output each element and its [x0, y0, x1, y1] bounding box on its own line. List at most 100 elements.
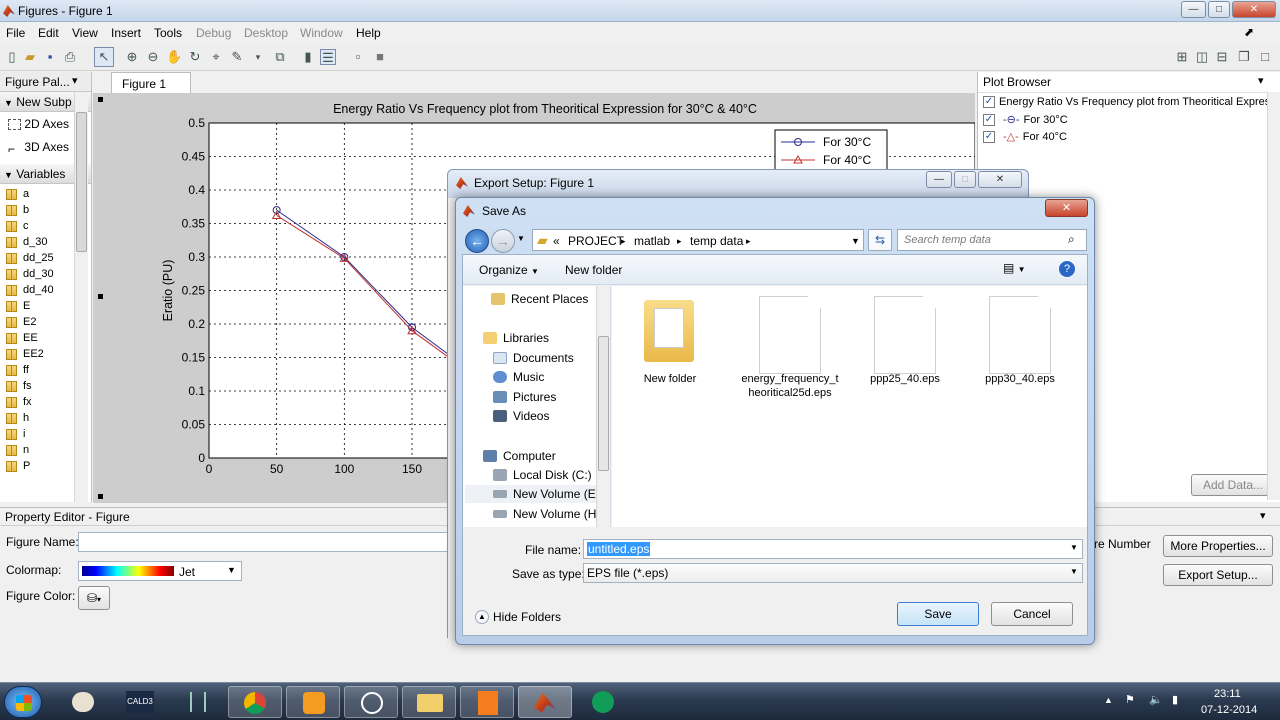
folder-item-icon[interactable] — [642, 296, 696, 368]
open-icon[interactable]: ▰ — [22, 49, 38, 65]
add-data-button[interactable]: Add Data... — [1191, 474, 1275, 496]
menu-window[interactable]: Window — [300, 26, 343, 40]
plot-browser-menu-icon[interactable]: ▾ — [1258, 74, 1264, 87]
eps-file-icon[interactable] — [759, 296, 821, 374]
menu-edit[interactable]: Edit — [38, 26, 59, 40]
menu-view[interactable]: View — [72, 26, 98, 40]
undock-icon[interactable]: ⬈ — [1244, 25, 1254, 39]
pan-icon[interactable]: ✋ — [166, 49, 182, 65]
split-vertical-icon[interactable]: ◫ — [1194, 49, 1210, 65]
nav-documents[interactable]: Documents — [493, 349, 574, 367]
help-icon[interactable]: ? — [1059, 261, 1075, 277]
nav-scroll-thumb[interactable] — [598, 336, 609, 471]
new-folder-button[interactable]: New folder — [565, 263, 622, 277]
nav-videos[interactable]: Videos — [493, 407, 549, 425]
palette-scrollbar[interactable] — [74, 92, 88, 502]
breadcrumb-chevron-icon[interactable]: ▸ — [621, 236, 626, 247]
network-task[interactable] — [171, 686, 225, 718]
eps-file-icon[interactable] — [874, 296, 936, 374]
colormap-select[interactable]: Jet ▼ — [78, 561, 242, 581]
organize-menu[interactable]: Organize ▼ — [479, 263, 539, 277]
new-figure-icon[interactable]: ▯ — [4, 49, 20, 65]
edit-plot-icon[interactable]: ↖ — [94, 47, 114, 67]
menu-file[interactable]: File — [6, 26, 25, 40]
eps-file-icon[interactable] — [989, 296, 1051, 374]
axes-checkbox[interactable]: ✓ — [983, 96, 995, 108]
save-button[interactable]: Save — [897, 602, 979, 626]
export-maximize-button[interactable]: □ — [954, 171, 976, 188]
print-icon[interactable]: ⎙ — [62, 49, 78, 65]
selection-handle[interactable] — [98, 494, 103, 499]
clock-date[interactable]: 07-12-2014 — [1201, 704, 1257, 716]
tray-expand-icon[interactable]: ▲ — [1104, 695, 1113, 705]
menu-desktop[interactable]: Desktop — [244, 26, 288, 40]
colorbar-icon[interactable]: ▮ — [300, 49, 316, 65]
figure-color-button[interactable]: ⛁▾ — [78, 586, 110, 610]
address-dropdown-icon[interactable]: ▼ — [851, 236, 860, 246]
recent-pages-icon[interactable]: ▼ — [517, 234, 525, 243]
export-minimize-button[interactable]: — — [926, 171, 952, 188]
plot-browser-scrollbar[interactable] — [1267, 92, 1280, 500]
rotate-icon[interactable]: ↻ — [187, 49, 203, 65]
export-setup-button[interactable]: Export Setup... — [1163, 564, 1273, 586]
brush-icon[interactable]: ✎ — [229, 49, 245, 65]
series-40-checkbox[interactable]: ✓ — [983, 130, 995, 143]
breadcrumb-matlab[interactable]: matlab — [634, 234, 670, 248]
menu-tools[interactable]: Tools — [154, 26, 182, 40]
volume-icon[interactable]: 🔈 — [1149, 693, 1163, 706]
brush-dropdown-icon[interactable]: ▾ — [250, 49, 266, 65]
plot-item-series-30[interactable]: ✓ -⊖- For 30°C — [983, 113, 1068, 126]
nav-scrollbar[interactable] — [596, 286, 610, 527]
legend-icon[interactable]: ☰ — [320, 49, 336, 65]
nav-libraries[interactable]: Libraries — [483, 329, 549, 347]
figure-name-input[interactable] — [78, 532, 454, 552]
start-button[interactable] — [4, 686, 42, 718]
eps-file-label[interactable]: energy_frequency_theoritical25d.eps — [740, 372, 840, 400]
maximize-button[interactable]: □ — [1208, 1, 1230, 18]
cancel-button[interactable]: Cancel — [991, 602, 1073, 626]
network-tray-icon[interactable]: ▮ — [1172, 693, 1178, 706]
file-name-input[interactable]: untitled.eps ▼ — [583, 539, 1083, 559]
eps-file-label[interactable]: ppp25_40.eps — [855, 372, 955, 386]
split-horizontal-icon[interactable]: ⊟ — [1214, 49, 1230, 65]
tab-figure-1[interactable]: Figure 1 × — [111, 72, 191, 105]
zoom-in-icon[interactable]: ⊕ — [124, 49, 140, 65]
menu-help[interactable]: Help — [356, 26, 381, 40]
series-30-checkbox[interactable]: ✓ — [983, 113, 995, 126]
refresh-icon[interactable]: ⇆ — [868, 229, 892, 251]
selection-handle[interactable] — [98, 294, 103, 299]
back-button[interactable]: ← — [465, 229, 489, 253]
cald3-task[interactable]: CALD3 — [113, 686, 167, 718]
view-options-icon[interactable]: ▤ ▼ — [1003, 261, 1026, 275]
matlab-task[interactable] — [518, 686, 572, 718]
save-as-close-button[interactable]: ✕ — [1045, 199, 1088, 217]
nav-computer[interactable]: Computer — [483, 447, 556, 465]
float-icon[interactable]: ❐ — [1236, 49, 1252, 65]
eps-file-label[interactable]: ppp30_40.eps — [970, 372, 1070, 386]
palette-scroll-thumb[interactable] — [76, 112, 87, 252]
palette-menu-icon[interactable]: ▾ — [72, 74, 78, 87]
hide-tools-icon[interactable]: ▫ — [350, 49, 366, 65]
save-type-select[interactable]: EPS file (*.eps) ▼ — [583, 563, 1083, 583]
nav-pictures[interactable]: Pictures — [493, 388, 556, 406]
selection-handle[interactable] — [98, 97, 103, 102]
media-task[interactable] — [286, 686, 340, 718]
tile-icon[interactable]: ⊞ — [1174, 49, 1190, 65]
minimize-button[interactable]: — — [1181, 1, 1206, 18]
hangouts-task[interactable] — [576, 686, 630, 718]
breadcrumb-chevron-icon[interactable]: ▸ — [746, 236, 751, 247]
nav-local-disk[interactable]: Local Disk (C:) — [493, 466, 592, 484]
breadcrumb-temp-data[interactable]: temp data — [690, 234, 743, 248]
clock-time[interactable]: 23:11 — [1214, 688, 1241, 700]
address-bar[interactable]: ▰ « PROJECT ▸ matlab ▸ temp data ▸ ▼ — [532, 229, 864, 251]
nav-music[interactable]: Music — [493, 368, 544, 386]
property-editor-menu-icon[interactable]: ▾ — [1260, 509, 1266, 522]
action-center-icon[interactable]: ⚑ — [1125, 693, 1135, 706]
breadcrumb-project[interactable]: PROJECT — [568, 234, 624, 248]
paint-task[interactable] — [56, 686, 110, 718]
menu-insert[interactable]: Insert — [111, 26, 141, 40]
show-tools-icon[interactable]: ■ — [372, 49, 388, 65]
explorer-task[interactable] — [402, 686, 456, 718]
zoom-out-icon[interactable]: ⊖ — [145, 49, 161, 65]
more-properties-button[interactable]: More Properties... — [1163, 535, 1273, 557]
